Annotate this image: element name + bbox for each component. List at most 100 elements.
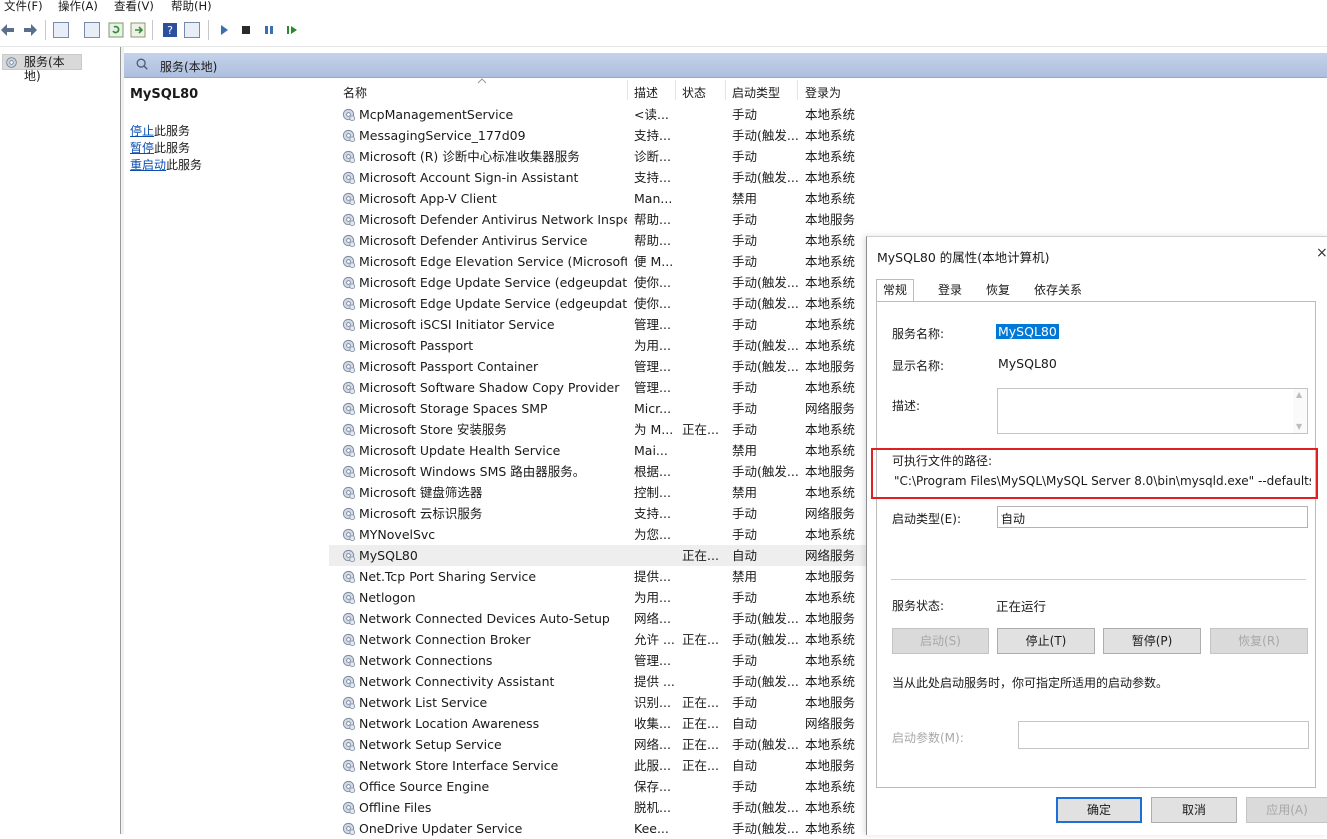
properties-icon[interactable] xyxy=(184,22,200,38)
table-row[interactable]: Network Connections 管理... 手动 本地系统 xyxy=(329,650,869,671)
table-row[interactable]: MessagingService_177d09 支持... 手动(触发... 本地系统 xyxy=(329,125,869,146)
toolbar-separator xyxy=(45,20,46,40)
table-row[interactable]: Microsoft Account Sign-in Assistant 支持...… xyxy=(329,167,869,188)
table-row[interactable]: Net.Tcp Port Sharing Service 提供... 禁用 本地服务 xyxy=(329,566,869,587)
executable-path-value[interactable]: "C:\Program Files\MySQL\MySQL Server 8.0… xyxy=(894,474,1311,488)
row-startup-type: 自动 xyxy=(732,716,758,731)
pause-service-icon[interactable] xyxy=(261,22,277,38)
show-hide-console-tree-icon[interactable] xyxy=(53,22,69,38)
table-row[interactable]: Microsoft 云标识服务 支持... 手动 网络服务 xyxy=(329,503,869,524)
table-row[interactable]: Network Setup Service 网络... 正在... 手动(触发... 本… xyxy=(329,734,869,755)
tab-recovery[interactable]: 恢复 xyxy=(980,280,1016,301)
column-name[interactable]: 名称 xyxy=(343,84,367,101)
table-row[interactable]: MySQL80 正在... 自动 网络服务 xyxy=(329,545,869,566)
column-status[interactable]: 状态 xyxy=(682,84,706,101)
resume-button[interactable]: 恢复(R) xyxy=(1210,628,1308,654)
cancel-button[interactable]: 取消 xyxy=(1151,797,1237,823)
display-name-value[interactable]: MySQL80 xyxy=(998,356,1057,371)
row-description: 帮助... xyxy=(634,212,671,227)
service-gear-icon xyxy=(342,696,356,710)
tab-general[interactable]: 常规 xyxy=(876,279,915,302)
pause-link[interactable]: 暂停 xyxy=(130,141,154,155)
table-row[interactable]: Microsoft (R) 诊断中心标准收集器服务 诊断... 手动 本地系统 xyxy=(329,146,869,167)
restart-service-icon[interactable] xyxy=(284,22,300,38)
startup-type-select[interactable]: 自动 ⌵ xyxy=(997,506,1308,528)
help-icon[interactable]: ? xyxy=(162,22,178,38)
row-description: 使你... xyxy=(634,275,671,290)
menu-action[interactable]: 操作(A) xyxy=(58,0,98,13)
row-name: Network List Service xyxy=(359,695,488,710)
start-button[interactable]: 启动(S) xyxy=(892,628,989,654)
table-row[interactable]: Office Source Engine 保存... 手动 本地系统 xyxy=(329,776,869,797)
table-row[interactable]: Microsoft Software Shadow Copy Provider 管… xyxy=(329,377,869,398)
start-params-input[interactable] xyxy=(1018,721,1309,749)
scroll-up-icon[interactable]: ▲ xyxy=(1296,390,1302,399)
table-row[interactable]: Microsoft Passport Container 管理... 手动(触发..… xyxy=(329,356,869,377)
table-row[interactable]: Microsoft Edge Update Service (edgeupdat… xyxy=(329,293,869,314)
start-service-icon[interactable] xyxy=(216,22,232,38)
tab-dependencies[interactable]: 依存关系 xyxy=(1028,280,1088,301)
row-startup-type: 手动(触发... xyxy=(732,338,799,353)
table-row[interactable]: MYNovelSvc 为您... 手动 本地系统 xyxy=(329,524,869,545)
scroll-down-icon[interactable]: ▼ xyxy=(1296,422,1302,431)
menu-help[interactable]: 帮助(H) xyxy=(171,0,212,13)
table-row[interactable]: Network List Service 识别... 正在... 手动 本地服务 xyxy=(329,692,869,713)
table-row[interactable]: Microsoft App-V Client Man... 禁用 本地系统 xyxy=(329,188,869,209)
menu-view[interactable]: 查看(V) xyxy=(114,0,154,13)
description-label: 描述: xyxy=(892,399,921,413)
column-description[interactable]: 描述 xyxy=(634,84,658,101)
forward-arrow-icon[interactable] xyxy=(22,22,38,38)
table-row[interactable]: Microsoft 键盘筛选器 控制... 禁用 本地系统 xyxy=(329,482,869,503)
table-row[interactable]: OneDrive Updater Service Kee... 手动(触发... 本地… xyxy=(329,818,869,839)
column-divider[interactable] xyxy=(627,80,628,100)
row-startup-type: 禁用 xyxy=(732,191,758,206)
table-row[interactable]: Microsoft Storage Spaces SMP Micr... 手动 网络服… xyxy=(329,398,869,419)
column-log-on-as[interactable]: 登录为 xyxy=(805,84,841,101)
table-row[interactable]: Microsoft Passport 为用... 手动(触发... 本地系统 xyxy=(329,335,869,356)
description-scrollbar[interactable]: ▲ ▼ xyxy=(1293,389,1307,433)
back-arrow-icon[interactable] xyxy=(0,22,16,38)
table-row[interactable]: McpManagementService <读... 手动 本地系统 xyxy=(329,104,869,125)
table-row[interactable]: Microsoft iSCSI Initiator Service 管理... 手动… xyxy=(329,314,869,335)
table-row[interactable]: Network Connected Devices Auto-Setup 网络..… xyxy=(329,608,869,629)
export-list-icon[interactable] xyxy=(130,22,146,38)
row-status: 正在... xyxy=(682,632,719,647)
table-row[interactable]: Network Connectivity Assistant 提供 ... 手动(触… xyxy=(329,671,869,692)
restart-link[interactable]: 重启动 xyxy=(130,158,166,172)
service-gear-icon xyxy=(342,528,356,542)
column-startup-type[interactable]: 启动类型 xyxy=(732,84,780,101)
column-divider[interactable] xyxy=(797,80,798,100)
table-row[interactable]: Microsoft Defender Antivirus Network Ins… xyxy=(329,209,869,230)
table-row[interactable]: Microsoft Store 安装服务 为 M... 正在... 手动 本地系统 xyxy=(329,419,869,440)
tab-logon[interactable]: 登录 xyxy=(932,280,968,301)
stop-link[interactable]: 停止 xyxy=(130,124,154,138)
table-row[interactable]: Microsoft Update Health Service Mai... 禁用 本… xyxy=(329,440,869,461)
row-description: <读... xyxy=(634,107,669,122)
table-row[interactable]: Microsoft Windows SMS 路由器服务。 根据... 手动(触发..… xyxy=(329,461,869,482)
table-row[interactable]: Network Store Interface Service 此服... 正在..… xyxy=(329,755,869,776)
row-startup-type: 手动(触发... xyxy=(732,800,799,815)
service-gear-icon xyxy=(342,654,356,668)
refresh-icon[interactable] xyxy=(108,22,124,38)
row-name: Microsoft Store 安装服务 xyxy=(359,422,507,437)
table-row[interactable]: Network Location Awareness 收集... 正在... 自动 网络… xyxy=(329,713,869,734)
close-icon[interactable]: × xyxy=(1316,245,1327,261)
table-row[interactable]: Microsoft Defender Antivirus Service 帮助..… xyxy=(329,230,869,251)
tree-item-services-local[interactable]: 服务(本地) xyxy=(2,54,82,83)
table-row[interactable]: Offline Files 脱机... 手动(触发... 本地系统 xyxy=(329,797,869,818)
service-name-value[interactable]: MySQL80 xyxy=(996,324,1059,339)
ok-button[interactable]: 确定 xyxy=(1056,797,1142,823)
menu-file[interactable]: 文件(F) xyxy=(4,0,43,13)
pause-button[interactable]: 暂停(P) xyxy=(1103,628,1201,654)
column-divider[interactable] xyxy=(675,80,676,100)
apply-button[interactable]: 应用(A) xyxy=(1246,797,1327,823)
list-view-icon[interactable] xyxy=(84,22,100,38)
table-row[interactable]: Microsoft Edge Update Service (edgeupdat… xyxy=(329,272,869,293)
table-row[interactable]: Network Connection Broker 允许 ... 正在... 手动(触… xyxy=(329,629,869,650)
column-divider[interactable] xyxy=(725,80,726,100)
stop-button[interactable]: 停止(T) xyxy=(997,628,1095,654)
table-row[interactable]: Microsoft Edge Elevation Service (Micros… xyxy=(329,251,869,272)
description-field[interactable]: ▲ ▼ xyxy=(997,388,1308,434)
stop-service-icon[interactable] xyxy=(238,22,254,38)
table-row[interactable]: Netlogon 为用... 手动 本地系统 xyxy=(329,587,869,608)
